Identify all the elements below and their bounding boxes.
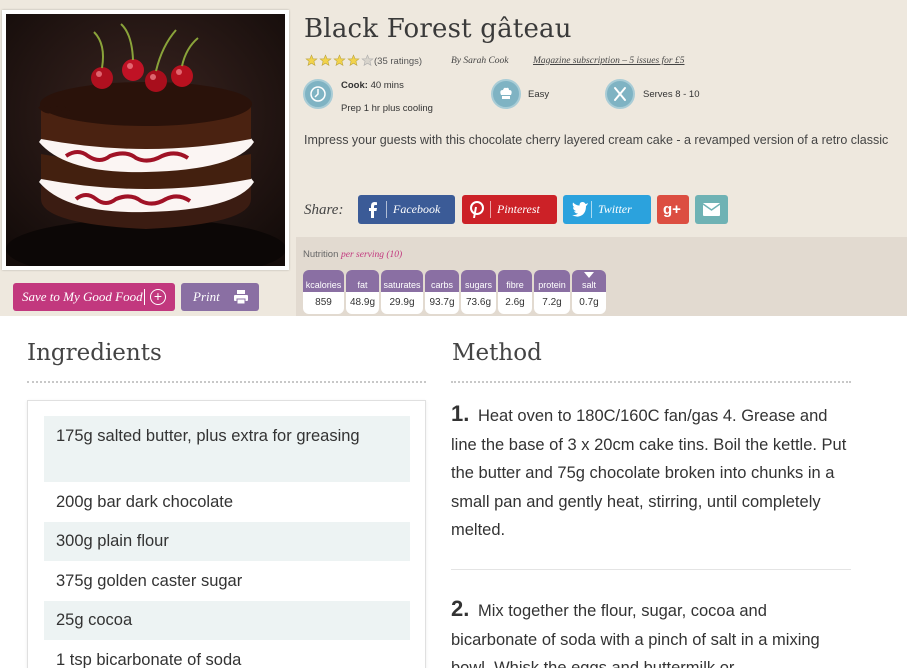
step-number: 1. [451, 401, 470, 426]
nutrient-name: fat [346, 270, 379, 292]
nutrient-name: sugars [461, 270, 496, 292]
save-divider [144, 289, 145, 305]
moderate-indicator-icon [584, 272, 594, 278]
share-label: Share: [304, 202, 344, 218]
divider [451, 381, 851, 383]
nutrition-salt: salt 0.7g [572, 270, 606, 314]
nutrition-kcalories: kcalories 859 [303, 270, 344, 314]
pinterest-label: Pinterest [497, 202, 540, 216]
nutrition-saturates: saturates 29.9g [381, 270, 423, 314]
recipe-photo [2, 10, 289, 270]
step-divider [451, 569, 851, 570]
nutrient-name-text: salt [581, 280, 596, 290]
step-number: 2. [451, 596, 470, 621]
star-icon [305, 54, 318, 66]
printer-icon [234, 290, 248, 304]
cook-value: 40 mins [370, 80, 404, 91]
ingredients-heading: Ingredients [27, 340, 162, 366]
print-label: Print [193, 289, 220, 304]
author-byline[interactable]: By Sarah Cook [451, 56, 509, 66]
print-button[interactable]: Print [181, 283, 259, 311]
ingredient-item: 375g golden caster sugar [56, 572, 243, 590]
prep-time: Prep 1 hr plus cooling [341, 103, 433, 114]
ingredient-item: 25g cocoa [44, 601, 410, 640]
share-divider [591, 201, 592, 218]
share-divider [386, 201, 387, 218]
facebook-icon [369, 202, 377, 218]
twitter-icon [572, 202, 588, 217]
share-google-plus-button[interactable]: g+ [657, 195, 689, 224]
nutrition-protein: protein 7.2g [534, 270, 570, 314]
pinterest-icon [470, 201, 484, 218]
recipe-title: Black Forest gâteau [304, 14, 572, 44]
recipe-description: Impress your guests with this chocolate … [304, 133, 889, 147]
nutrition-fat: fat 48.9g [346, 270, 379, 314]
star-rating[interactable] [305, 54, 375, 68]
share-facebook-button[interactable]: Facebook [358, 195, 455, 224]
clock-icon [303, 79, 333, 109]
nutrient-name: carbs [425, 270, 459, 292]
magazine-subscription-link[interactable]: Magazine subscription – 5 issues for £5 [533, 56, 684, 66]
nutrient-value: 73.6g [461, 292, 496, 314]
skill-level: Easy [528, 89, 550, 100]
twitter-label: Twitter [598, 202, 632, 216]
nutrient-value: 0.7g [572, 292, 606, 314]
nutrient-value: 29.9g [381, 292, 423, 314]
nutrient-name: kcalories [303, 270, 344, 292]
nutrition-fibre: fibre 2.6g [498, 270, 532, 314]
servings: Serves 8 - 10 [643, 89, 700, 100]
cook-time: Cook: 40 mins [341, 80, 404, 91]
nutrient-name: salt [572, 270, 606, 292]
nutrient-value: 93.7g [425, 292, 459, 314]
step-text: Heat oven to 180C/160C fan/gas 4. Grease… [451, 407, 847, 539]
star-icon [333, 54, 346, 66]
nutrient-value: 859 [303, 292, 344, 314]
ingredient-item: 175g salted butter, plus extra for greas… [44, 416, 410, 482]
plus-circle-icon: + [150, 289, 166, 305]
divider [27, 381, 426, 383]
nutrient-value: 2.6g [498, 292, 532, 314]
save-label: Save to My Good Food [22, 289, 143, 304]
chef-hat-icon [491, 79, 521, 109]
save-to-my-good-food-button[interactable]: Save to My Good Food + [13, 283, 175, 311]
nutrient-name: saturates [381, 270, 423, 292]
envelope-icon [703, 203, 720, 216]
share-twitter-button[interactable]: Twitter [563, 195, 651, 224]
star-icon [347, 54, 360, 66]
nutrition-label: Nutrition per serving (10) [303, 249, 402, 260]
nutrition-carbs: carbs 93.7g [425, 270, 459, 314]
ratings-count: (35 ratings) [374, 56, 423, 67]
method-heading: Method [452, 340, 542, 366]
nutrition-sugars: sugars 73.6g [461, 270, 496, 314]
nutrition-per-serving: per serving (10) [341, 250, 403, 260]
cutlery-icon [605, 79, 635, 109]
nutrient-name: protein [534, 270, 570, 292]
google-plus-icon: g+ [663, 201, 681, 218]
star-empty-icon [361, 54, 374, 66]
share-divider [490, 201, 491, 218]
ingredient-item: 1 tsp bicarbonate of soda [56, 651, 242, 668]
ingredient-item: 300g plain flour [44, 522, 410, 561]
nutrient-value: 7.2g [534, 292, 570, 314]
cook-label: Cook: [341, 80, 368, 91]
share-pinterest-button[interactable]: Pinterest [462, 195, 557, 224]
nutrient-value: 48.9g [346, 292, 379, 314]
nutrition-title: Nutrition [303, 249, 339, 260]
method-step: 1. Heat oven to 180C/160C fan/gas 4. Gre… [451, 400, 851, 545]
method-step: 2. Mix together the flour, sugar, cocoa … [451, 595, 851, 668]
star-icon [319, 54, 332, 66]
step-text: Mix together the flour, sugar, cocoa and… [451, 602, 820, 668]
share-email-button[interactable] [695, 195, 728, 224]
nutrient-name: fibre [498, 270, 532, 292]
facebook-label: Facebook [393, 202, 441, 216]
ingredient-item: 200g bar dark chocolate [56, 493, 234, 511]
